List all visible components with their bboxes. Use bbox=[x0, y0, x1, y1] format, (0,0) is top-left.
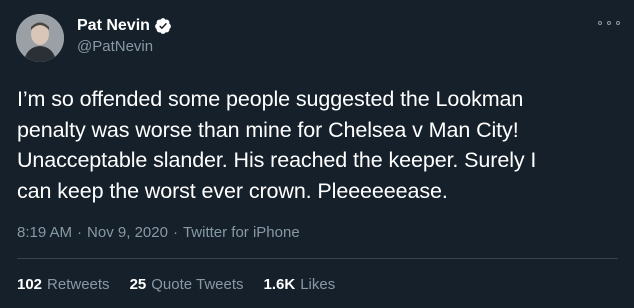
quote-tweets-label: Quote Tweets bbox=[151, 276, 244, 293]
verified-badge-icon bbox=[154, 17, 172, 35]
meta-separator: · bbox=[172, 224, 178, 241]
quote-tweets-count: 25 bbox=[129, 276, 147, 293]
name-row: Pat Nevin bbox=[77, 16, 172, 36]
more-dot bbox=[616, 21, 620, 25]
tweet-card: Pat Nevin @PatNevin I’m so offended some… bbox=[0, 0, 634, 308]
likes-stat[interactable]: 1.6K Likes bbox=[264, 275, 336, 295]
tweet-time[interactable]: 8:19 AM bbox=[17, 223, 72, 243]
display-name[interactable]: Pat Nevin bbox=[77, 16, 150, 36]
retweets-label: Retweets bbox=[47, 276, 110, 293]
retweets-stat[interactable]: 102 Retweets bbox=[17, 275, 110, 295]
user-handle[interactable]: @PatNevin bbox=[77, 37, 153, 57]
likes-count: 1.6K bbox=[263, 276, 296, 293]
more-options-icon[interactable] bbox=[598, 16, 620, 30]
avatar[interactable] bbox=[16, 14, 64, 62]
tweet-meta: 8:19 AM · Nov 9, 2020 · Twitter for iPho… bbox=[17, 223, 300, 243]
tweet-stats: 102 Retweets 25 Quote Tweets 1.6K Likes bbox=[17, 275, 355, 295]
retweets-count: 102 bbox=[17, 276, 43, 293]
quote-tweets-stat[interactable]: 25 Quote Tweets bbox=[130, 275, 244, 295]
avatar-image bbox=[16, 14, 64, 62]
tweet-source[interactable]: Twitter for iPhone bbox=[183, 223, 300, 243]
divider bbox=[17, 258, 618, 259]
likes-label: Likes bbox=[300, 276, 336, 293]
more-dot bbox=[607, 21, 611, 25]
tweet-text: I’m so offended some people suggested th… bbox=[17, 87, 537, 203]
more-dot bbox=[598, 21, 602, 25]
meta-separator: · bbox=[77, 224, 83, 241]
tweet-date[interactable]: Nov 9, 2020 bbox=[87, 223, 168, 243]
